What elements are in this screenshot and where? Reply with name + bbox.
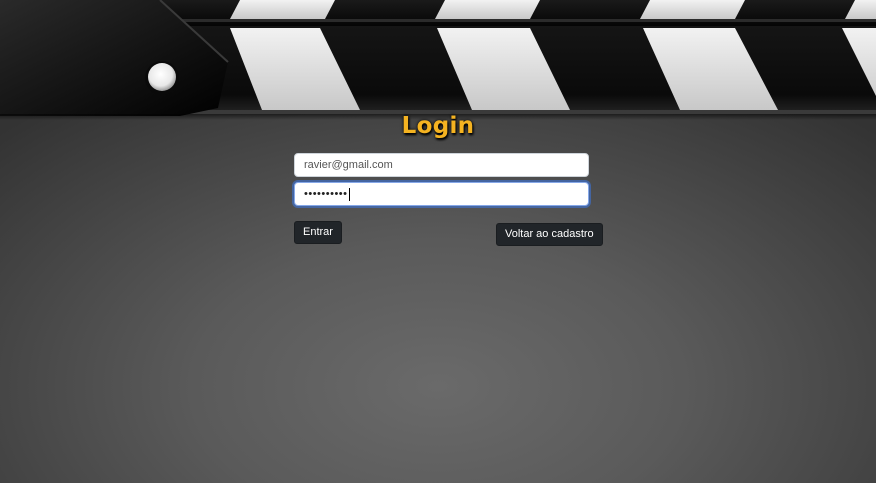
email-field-value: ravier@gmail.com [304, 159, 393, 171]
back-to-register-button[interactable]: Voltar ao cadastro [496, 223, 603, 246]
page-title: Login [401, 113, 475, 139]
text-caret [348, 187, 350, 201]
password-field[interactable]: •••••••••• [294, 182, 589, 206]
clapperboard-header [0, 0, 876, 120]
password-field-value: •••••••••• [304, 188, 348, 200]
login-button[interactable]: Entrar [294, 221, 342, 244]
email-field[interactable]: ravier@gmail.com [294, 153, 589, 177]
